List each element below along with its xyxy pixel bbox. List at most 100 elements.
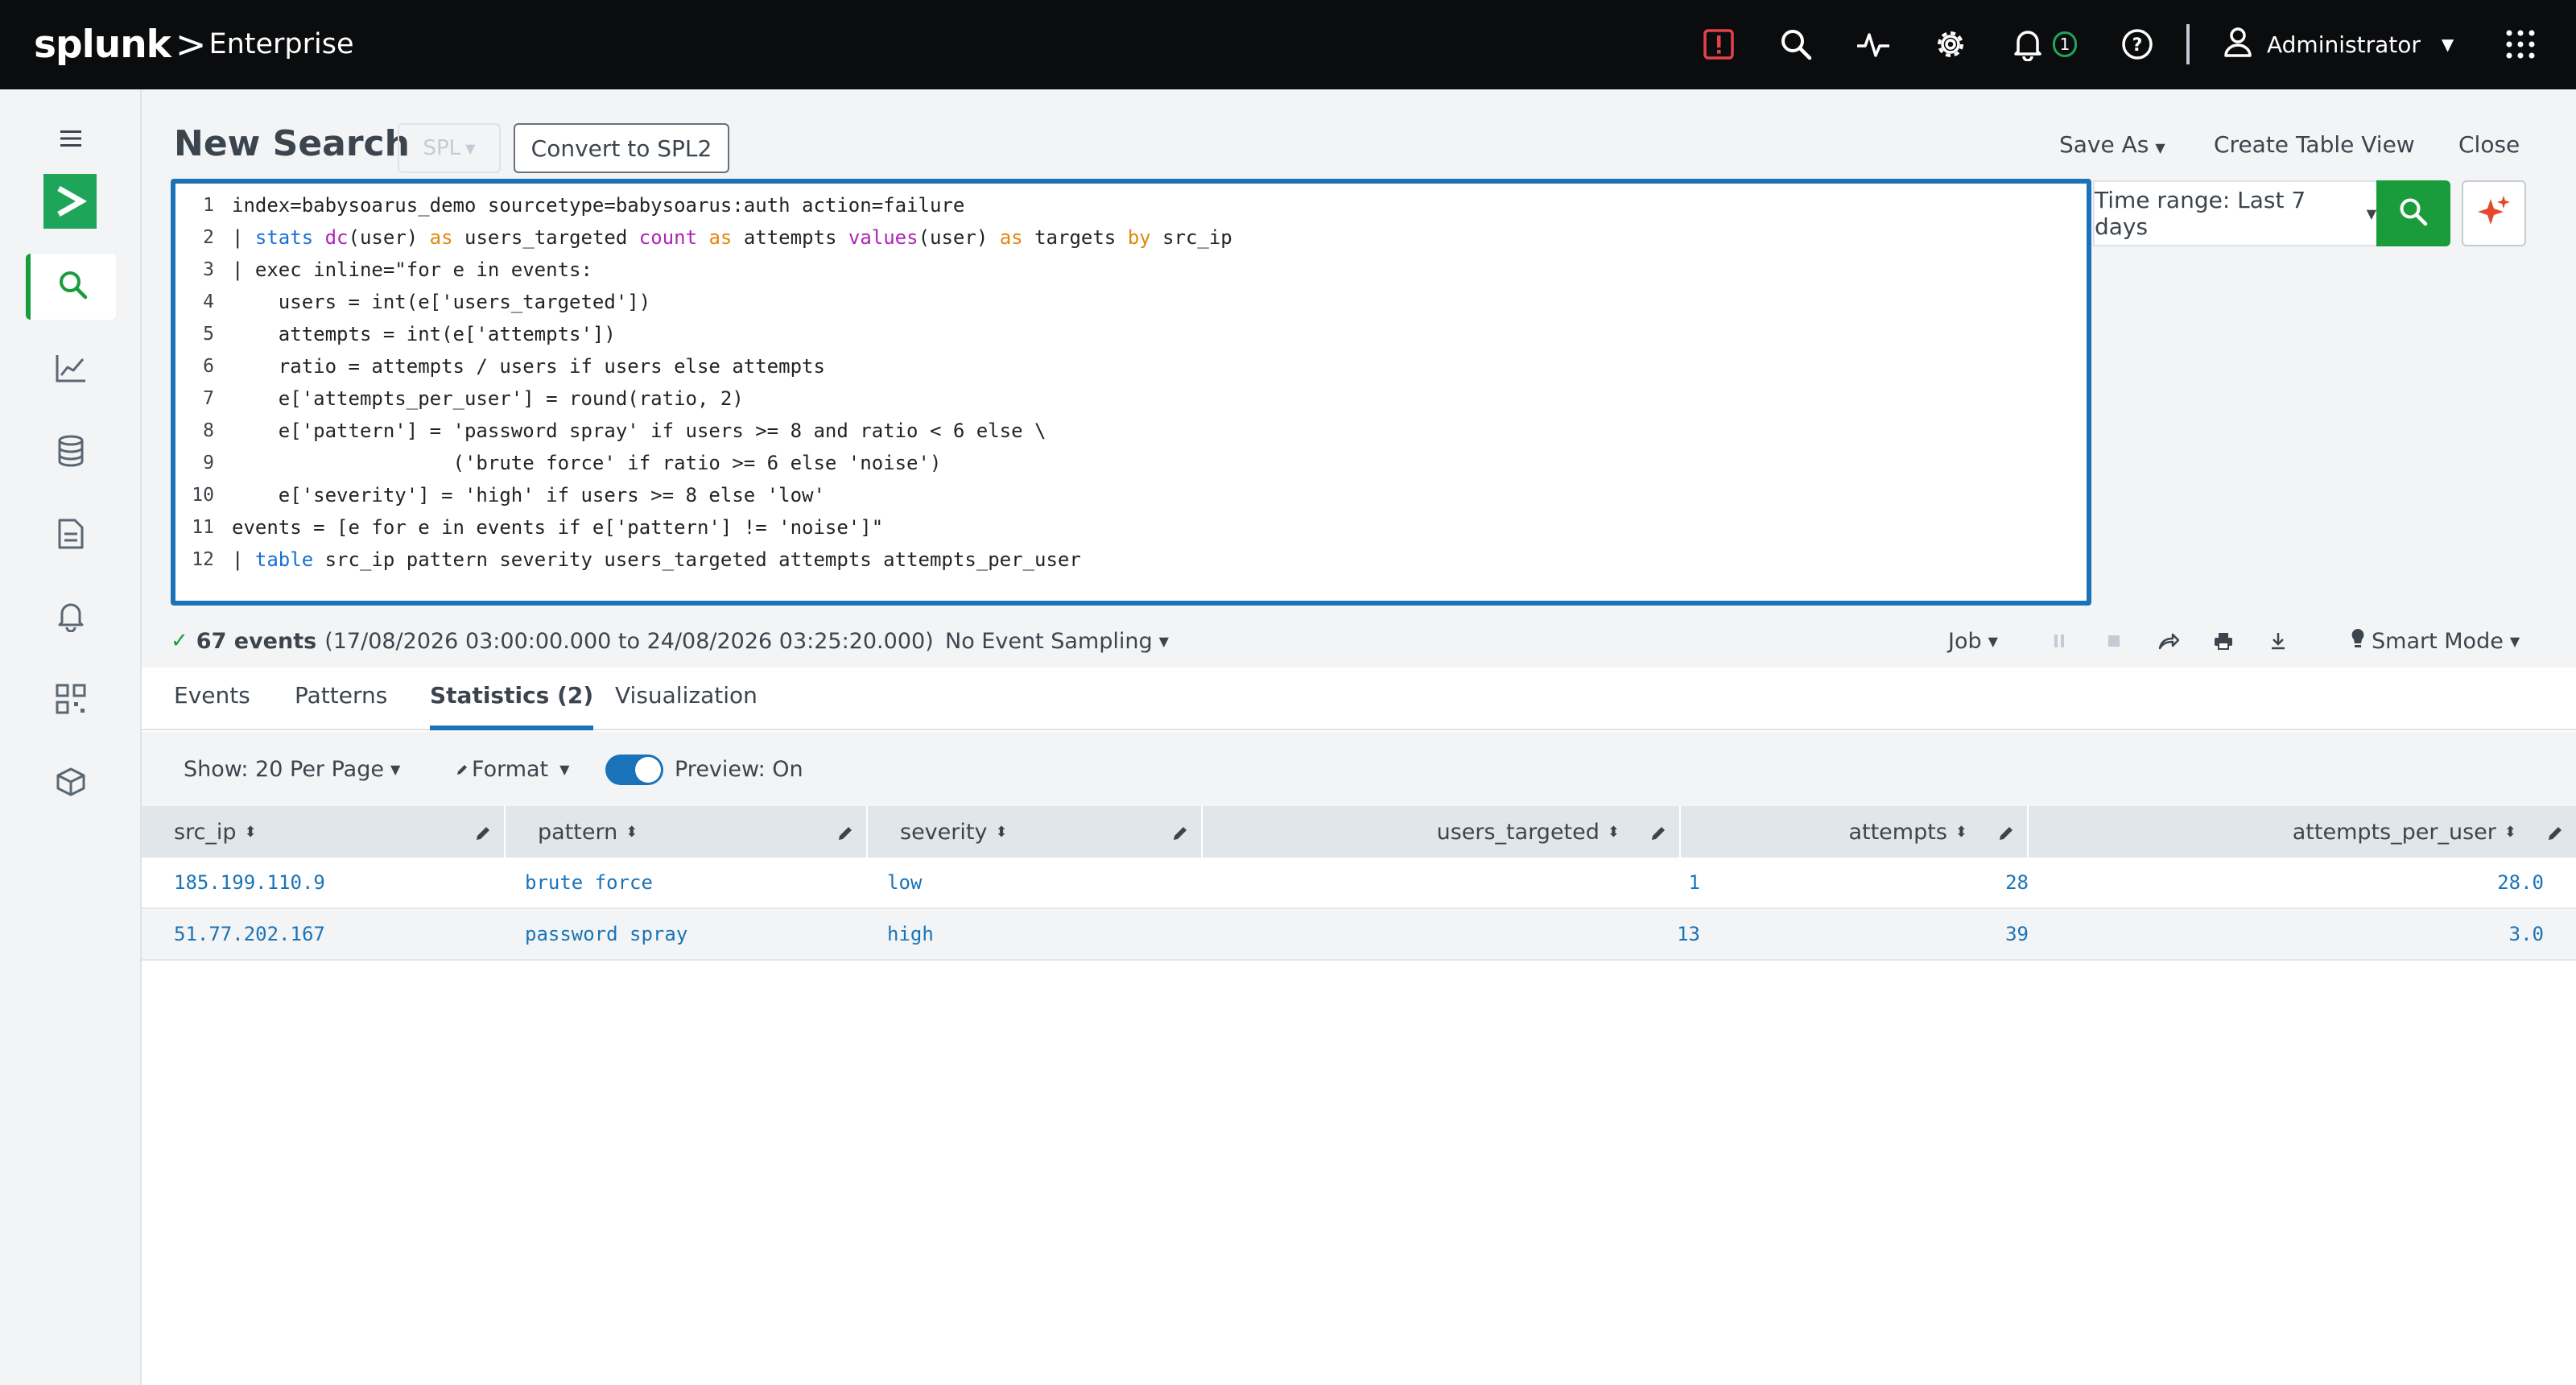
sidebar-item-packages[interactable] — [26, 750, 116, 817]
code-text: users = int(e['users_targeted']) — [232, 291, 650, 313]
help-icon[interactable]: ? — [2116, 23, 2159, 66]
code-token: e['severity'] = 'high' if users >= 8 els… — [232, 484, 825, 506]
user-menu[interactable]: Administrator ▼ — [2223, 23, 2454, 66]
convert-to-spl2-button[interactable]: Convert to SPL2 — [514, 123, 729, 173]
edit-column-icon[interactable] — [1650, 822, 1666, 847]
cell-pattern[interactable]: brute force — [525, 858, 653, 907]
column-label: attempts_per_user — [2292, 819, 2496, 845]
line-number: 12 — [192, 549, 214, 570]
save-as-menu[interactable]: Save As ▼ — [2059, 131, 2165, 158]
sidebar-item-alerts[interactable] — [26, 585, 116, 651]
app-home-icon[interactable] — [43, 174, 97, 229]
print-icon[interactable] — [2207, 624, 2240, 658]
sampling-label: No Event Sampling — [945, 628, 1153, 654]
cell-attempts-per-user[interactable]: 3.0 — [2509, 909, 2544, 959]
cell-attempts-per-user[interactable]: 28.0 — [2497, 858, 2544, 907]
sort-icon[interactable]: ⬍ — [625, 824, 638, 841]
column-header-src-ip[interactable]: src_ip ⬍ — [142, 806, 506, 858]
bell-icon[interactable] — [2006, 23, 2050, 66]
table-header: src_ip ⬍ pattern ⬍ severity ⬍ users_targete… — [142, 806, 2576, 858]
code-line[interactable]: 10 e['severity'] = 'high' if users >= 8 … — [175, 479, 2083, 511]
code-line[interactable]: 1 index=babysoarus_demo sourcetype=babyso… — [175, 189, 2083, 221]
preview-toggle[interactable] — [605, 755, 663, 785]
share-icon[interactable] — [2153, 624, 2185, 658]
edit-column-icon[interactable] — [1172, 822, 1188, 847]
code-line[interactable]: 9 ('brute force' if ratio >= 6 else 'noi… — [175, 447, 2083, 479]
code-line[interactable]: 11 events = [e for e in events if e['patt… — [175, 511, 2083, 544]
code-line[interactable]: 5 attempts = int(e['attempts']) — [175, 318, 2083, 350]
code-line[interactable]: 12 | table src_ip pattern severity users_… — [175, 544, 2083, 576]
create-table-view-link[interactable]: Create Table View — [2214, 131, 2415, 158]
code-line[interactable]: 4 users = int(e['users_targeted']) — [175, 286, 2083, 318]
sidebar-item-dashboards[interactable] — [26, 337, 116, 403]
time-range-picker[interactable]: Time range: Last 7 days ▼ — [2093, 180, 2376, 246]
table-row[interactable]: 185.199.110.9 brute force low 1 28 28.0 — [142, 858, 2576, 909]
code-line[interactable]: 2 | stats dc(user) as users_targeted coun… — [175, 221, 2083, 254]
sort-icon[interactable]: ⬍ — [1955, 824, 1967, 841]
cell-src-ip[interactable]: 185.199.110.9 — [174, 858, 325, 907]
sort-icon[interactable]: ⬍ — [2504, 824, 2516, 841]
code-line[interactable]: 6 ratio = attempts / users if users else… — [175, 350, 2083, 382]
tab-statistics[interactable]: Statistics (2) — [430, 682, 594, 730]
line-number: 11 — [192, 517, 214, 538]
page-title: New Search — [174, 123, 410, 164]
cell-users-targeted[interactable]: 13 — [1677, 909, 1700, 959]
cell-pattern[interactable]: password spray — [525, 909, 687, 959]
column-header-severity[interactable]: severity ⬍ — [868, 806, 1203, 858]
notification-count-badge[interactable]: 1 — [2053, 31, 2077, 57]
search-main-area: New Search SPL ▼ Convert to SPL2 Save As ▼… — [142, 89, 2576, 1385]
svg-text:?: ? — [2132, 35, 2143, 56]
format-dropdown[interactable]: Format ▼ — [456, 751, 569, 787]
sidebar-item-reports[interactable] — [26, 502, 116, 568]
cell-severity[interactable]: low — [887, 858, 922, 907]
activity-icon[interactable] — [1852, 23, 1895, 66]
job-menu[interactable]: Job ▼ — [1948, 621, 1998, 661]
search-query-editor[interactable]: 1 index=babysoarus_demo sourcetype=babyso… — [171, 179, 2091, 606]
spl-language-dropdown[interactable]: SPL ▼ — [398, 123, 501, 173]
event-sampling-dropdown[interactable]: No Event Sampling ▼ — [945, 621, 1169, 661]
edit-column-icon[interactable] — [1998, 822, 2014, 847]
cell-severity[interactable]: high — [887, 909, 934, 959]
cell-attempts[interactable]: 39 — [2005, 909, 2029, 959]
export-icon[interactable] — [2262, 624, 2294, 658]
search-mode-dropdown[interactable]: Smart Mode ▼ — [2351, 621, 2520, 661]
pause-icon[interactable] — [2043, 624, 2075, 658]
search-icon[interactable] — [1774, 23, 1818, 66]
sidebar-item-datasets[interactable] — [26, 420, 116, 486]
stop-icon[interactable] — [2098, 624, 2130, 658]
column-header-attempts-per-user[interactable]: attempts_per_user ⬍ — [2029, 806, 2576, 858]
column-label: severity — [900, 819, 988, 845]
menu-icon[interactable] — [26, 105, 116, 172]
settings-icon[interactable] — [1929, 23, 1972, 66]
edit-column-icon[interactable] — [837, 822, 853, 847]
code-line[interactable]: 8 e['pattern'] = 'password spray' if use… — [175, 415, 2083, 447]
per-page-dropdown[interactable]: Show: 20 Per Page ▼ — [184, 751, 400, 787]
column-header-attempts[interactable]: attempts ⬍ — [1681, 806, 2029, 858]
tab-visualization[interactable]: Visualization — [615, 682, 758, 730]
table-row[interactable]: 51.77.202.167 password spray high 13 39 … — [142, 909, 2576, 961]
edit-column-icon[interactable] — [2547, 822, 2563, 847]
cell-attempts[interactable]: 28 — [2005, 858, 2029, 907]
close-link[interactable]: Close — [2458, 131, 2520, 158]
column-header-users-targeted[interactable]: users_targeted ⬍ — [1203, 806, 1681, 858]
sort-icon[interactable]: ⬍ — [1608, 824, 1620, 841]
splunk-logo[interactable]: splunk > Enterprise — [34, 19, 354, 69]
sidebar-item-apps[interactable] — [26, 668, 116, 734]
chart-line-icon — [55, 353, 87, 387]
cell-src-ip[interactable]: 51.77.202.167 — [174, 909, 325, 959]
sort-icon[interactable]: ⬍ — [245, 824, 257, 841]
code-token: attempts — [732, 226, 848, 249]
apps-grid-icon[interactable] — [2499, 23, 2542, 66]
sort-icon[interactable]: ⬍ — [995, 824, 1007, 841]
ai-assistant-button[interactable] — [2462, 180, 2526, 246]
code-line[interactable]: 7 e['attempts_per_user'] = round(ratio, … — [175, 382, 2083, 415]
tab-patterns[interactable]: Patterns — [295, 682, 387, 730]
tab-events[interactable]: Events — [174, 682, 250, 730]
alert-icon[interactable] — [1697, 23, 1740, 66]
sidebar-item-search[interactable] — [26, 254, 116, 320]
column-header-pattern[interactable]: pattern ⬍ — [506, 806, 868, 858]
cell-users-targeted[interactable]: 1 — [1689, 858, 1700, 907]
run-search-button[interactable] — [2376, 180, 2450, 246]
edit-column-icon[interactable] — [475, 822, 491, 847]
code-line[interactable]: 3 | exec inline="for e in events: — [175, 254, 2083, 286]
